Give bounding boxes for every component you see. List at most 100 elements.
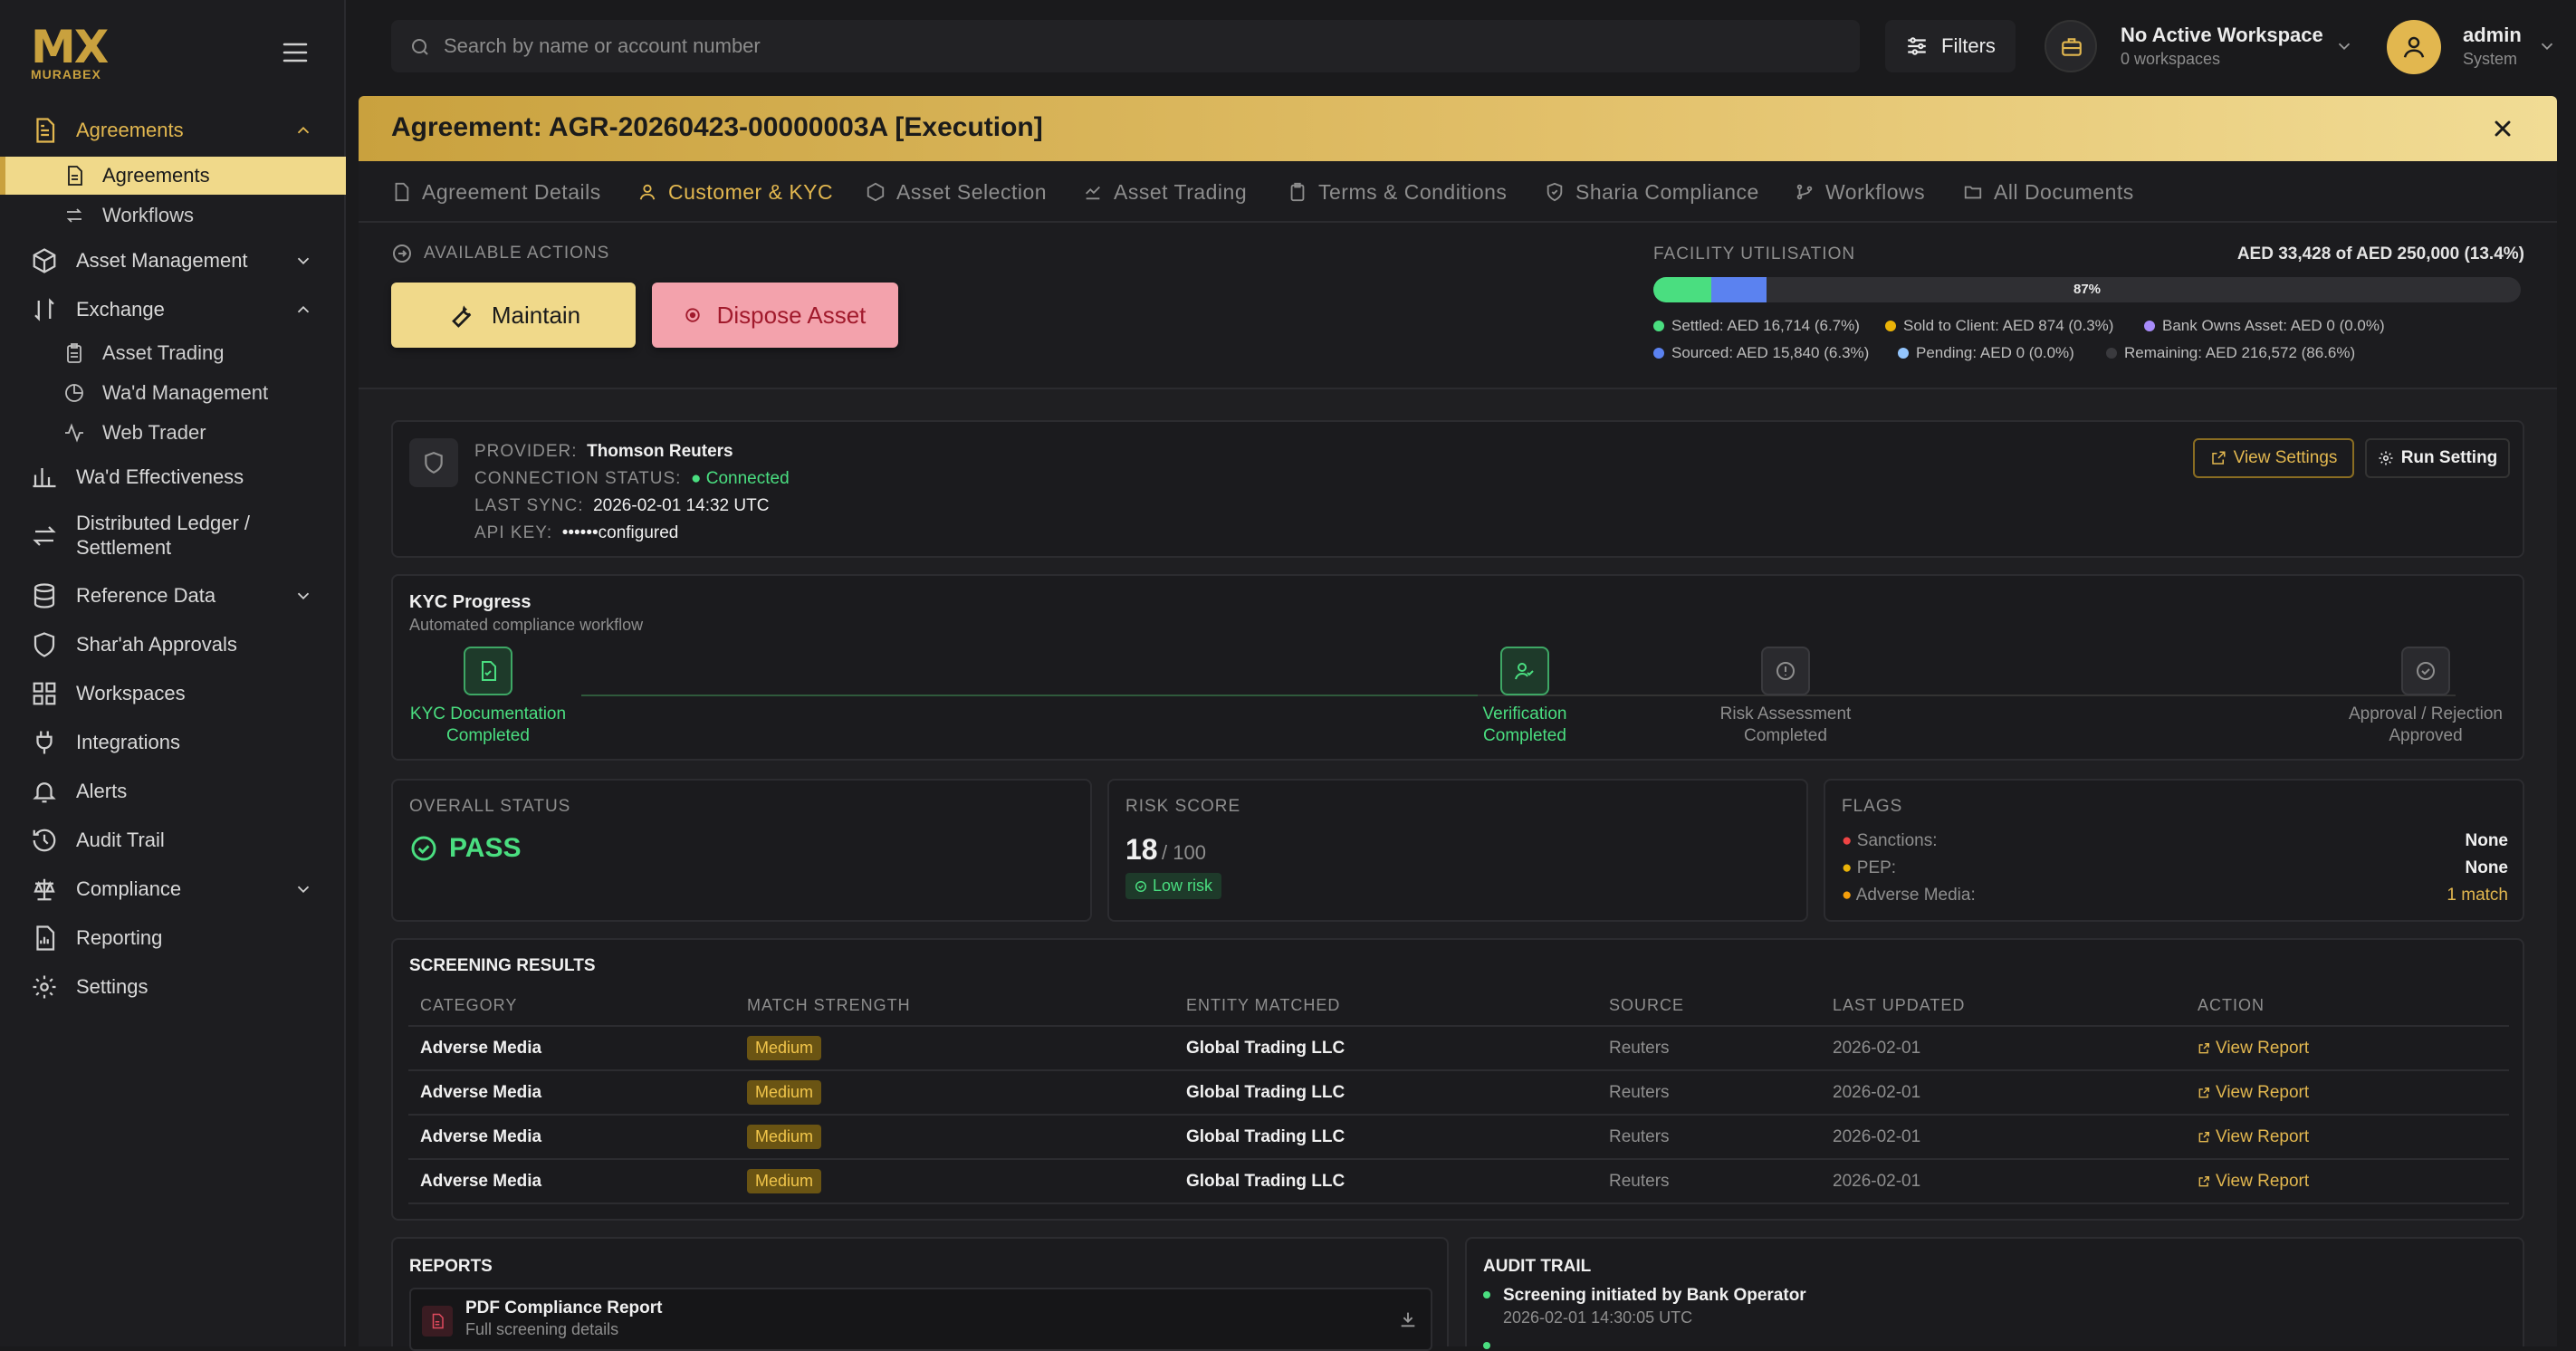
connection-row: CONNECTION STATUS: ● Connected [474,465,790,493]
col-header-last-updated: LAST UPDATED [1833,996,1966,1014]
flag-dot: ● [1842,831,1853,850]
bar-chart-icon [31,464,58,491]
sidebar-item-workspaces[interactable]: Workspaces [0,677,346,710]
close-icon[interactable] [2490,116,2515,141]
sidebar-item-asset-management[interactable]: Asset Management [0,244,346,277]
view-report-label: View Report [2216,1039,2310,1058]
facility-utilisation-bar: 87% [1653,277,2521,302]
legend-text: Bank Owns Asset: AED 0 (0.0%) [2162,317,2385,334]
tab-label: Customer & KYC [668,179,834,204]
tab-customer-kyc[interactable]: Customer & KYC [637,176,833,208]
cell-updated: 2026-02-01 [1833,1039,1921,1058]
view-report-link[interactable]: View Report [2198,1039,2309,1059]
run-setting-button[interactable]: Run Setting [2365,438,2510,478]
step-status: Completed [446,726,530,745]
tab-asset-selection[interactable]: Asset Selection [866,176,1047,208]
flag-label-text: Sanctions: [1856,831,1938,850]
workspace-icon[interactable] [2045,20,2097,72]
legend-dot [1653,321,1664,331]
dispose-asset-button[interactable]: Dispose Asset [652,283,898,348]
filters-button[interactable]: Filters [1885,20,2016,72]
flag-value[interactable]: 1 match [2447,882,2508,909]
sidebar-subitem-asset-trading[interactable]: Asset Trading [0,334,346,372]
murabex-logo[interactable]: MX MURABEX [31,24,118,81]
tab-terms-conditions[interactable]: Terms & Conditions [1288,176,1507,208]
scale-icon [31,876,58,903]
sidebar-subitem-wad-management[interactable]: Wa'd Management [0,374,346,412]
sidebar-item-wad-effectiveness[interactable]: Wa'd Effectiveness [0,461,346,493]
cell-updated: 2026-02-01 [1833,1172,1921,1191]
screening-heading: SCREENING RESULTS [409,956,596,975]
sidebar-item-label: Settings [76,975,148,998]
provider-key: PROVIDER: [474,442,578,461]
maintain-button[interactable]: Maintain [391,283,636,348]
col-header-action: ACTION [2198,996,2265,1014]
tab-sharia-compliance[interactable]: Sharia Compliance [1545,176,1759,208]
sidebar-item-audit-trail[interactable]: Audit Trail [0,824,346,857]
sidebar-subitem-web-trader[interactable]: Web Trader [0,414,346,452]
avatar[interactable] [2387,20,2441,74]
clipboard-icon [63,342,85,364]
sync-value: 2026-02-01 14:32 UTC [593,496,770,515]
legend-text: Sourced: AED 15,840 (6.3%) [1671,344,1870,361]
reports-heading: REPORTS [409,1257,493,1276]
user-icon [637,182,657,202]
view-report-link[interactable]: View Report [2198,1172,2309,1192]
view-settings-button[interactable]: View Settings [2193,438,2354,478]
sidebar-item-label: Wa'd Effectiveness [76,465,244,488]
chevron-down-icon[interactable] [293,251,313,271]
user-menu[interactable]: admin System [2463,24,2522,69]
chevron-up-icon[interactable] [293,120,313,140]
sidebar-item-label: Compliance [76,877,182,900]
match-strength-badge: Medium [747,1125,822,1149]
chevron-down-icon[interactable] [293,879,313,899]
facility-bar-label: 87% [2073,282,2102,297]
step-kyc-documentation: KYC Documentation Completed [393,647,583,746]
sidebar-item-exchange[interactable]: Exchange [0,293,346,326]
sidebar-item-alerts[interactable]: Alerts [0,775,346,808]
sidebar-item-agreements[interactable]: Agreements [0,114,346,147]
sidebar-item-reference-data[interactable]: Reference Data [0,580,346,612]
report-item[interactable]: PDF Compliance Report Full screening det… [409,1288,1432,1351]
sidebar-item-compliance[interactable]: Compliance [0,873,346,905]
history-icon [31,827,58,854]
legend-dot [2106,348,2117,359]
view-report-link[interactable]: View Report [2198,1083,2309,1103]
view-report-link[interactable]: View Report [2198,1127,2309,1147]
maintain-label: Maintain [491,301,581,329]
chevron-down-icon[interactable] [293,586,313,606]
table-row: Adverse Media Medium Global Trading LLC … [408,1116,2509,1159]
download-icon[interactable] [1398,1309,1418,1329]
step-label: Risk Assessment [1719,704,1852,723]
external-link-icon [2198,1087,2210,1099]
col-header-match-strength: MATCH STRENGTH [747,996,911,1014]
sidebar-item-distributed-ledger[interactable]: Distributed Ledger / Settlement [0,511,346,561]
sidebar-item-integrations[interactable]: Integrations [0,726,346,759]
sliders-icon [1905,34,1929,58]
search-bar[interactable] [391,20,1860,72]
check-circle-icon [2401,647,2450,695]
tab-workflows[interactable]: Workflows [1795,176,1925,208]
chevron-down-icon[interactable] [2537,36,2557,56]
kyc-progress-card: KYC Progress Automated compliance workfl… [391,574,2524,761]
status-badge: Low risk [1125,873,1222,899]
legend-pending: Pending: AED 0 (0.0%) [1898,344,2074,362]
sidebar-item-settings[interactable]: Settings [0,971,346,1003]
sidebar-subitem-agreements[interactable]: Agreements [0,157,346,195]
tab-asset-trading[interactable]: Asset Trading [1083,176,1247,208]
sidebar-item-sharah-approvals[interactable]: Shar'ah Approvals [0,628,346,661]
chevron-up-icon[interactable] [293,300,313,320]
cell-source: Reuters [1609,1083,1670,1102]
legend-text: Remaining: AED 216,572 (86.6%) [2124,344,2356,361]
sidebar-item-label: Audit Trail [76,829,165,851]
chevron-down-icon[interactable] [2334,36,2354,56]
tab-agreement-details[interactable]: Agreement Details [391,176,601,208]
sidebar-subitem-label: Web Trader [102,421,206,444]
search-input[interactable] [444,20,1802,72]
search-icon [409,36,431,58]
workspace-selector[interactable]: No Active Workspace 0 workspaces [2121,24,2365,69]
tab-all-documents[interactable]: All Documents [1963,176,2134,208]
hamburger-menu-icon[interactable] [281,40,310,65]
sidebar-subitem-workflows[interactable]: Workflows [0,196,346,235]
sidebar-item-reporting[interactable]: Reporting [0,922,346,954]
